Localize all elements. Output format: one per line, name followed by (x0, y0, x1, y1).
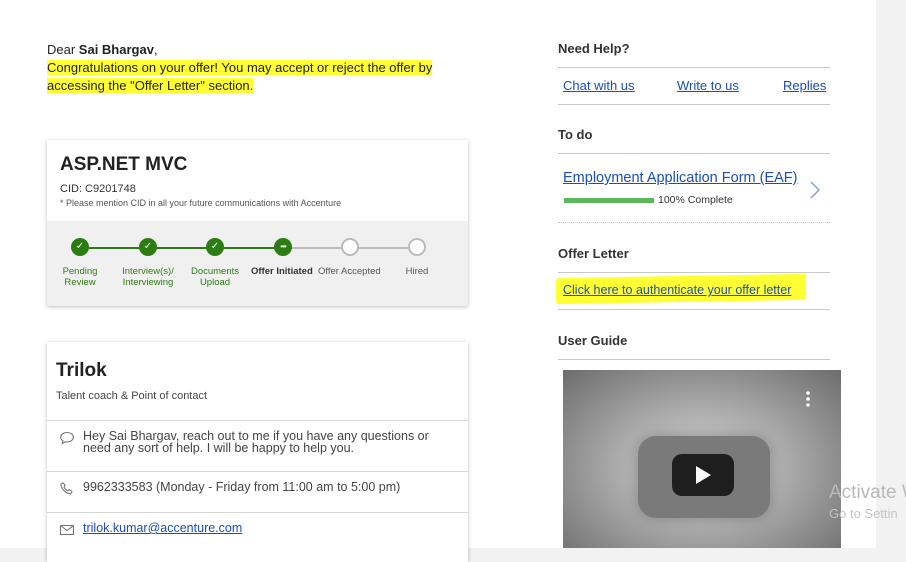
step-label-hired: Hired (405, 266, 429, 277)
user-guide-heading: User Guide (558, 333, 628, 348)
play-icon[interactable] (672, 454, 734, 496)
application-card: ASP.NET MVC CID: C9201748 * Please menti… (47, 140, 468, 306)
divider (558, 153, 830, 154)
replies-link[interactable]: Replies (783, 78, 826, 93)
windows-activation-subtext: Go to Settin (829, 506, 898, 521)
chat-with-us-link[interactable]: Chat with us (563, 78, 635, 93)
eaf-progress-text: 100% Complete (658, 194, 733, 206)
coach-role: Talent coach & Point of contact (56, 390, 208, 402)
step-documents-check-icon: ✓ (206, 238, 224, 256)
step-offer-initiated-dots-icon: ••• (274, 238, 292, 256)
application-progress-tracker: ✓ ✓ ✓ ••• Pending Review Interview(s)/Int… (47, 221, 468, 306)
phone-icon (60, 482, 73, 495)
coach-message-text: Hey Sai Bhargav, reach out to me if you … (83, 429, 429, 455)
talent-coach-card: Trilok Talent coach & Point of contact H… (47, 342, 468, 562)
cid-note: * Please mention CID in all your future … (60, 198, 342, 208)
windows-activation-watermark: Activate W (829, 482, 906, 503)
divider (558, 222, 830, 224)
divider (558, 104, 830, 105)
step-offer-accepted-circle-icon (341, 238, 359, 256)
divider (558, 359, 830, 360)
step-label-offer-accepted: Offer Accepted (318, 266, 381, 277)
job-title: ASP.NET MVC (60, 154, 188, 175)
greeting-line: Dear Sai Bhargav, (47, 41, 447, 59)
coach-email-link[interactable]: trilok.kumar@accenture.com (83, 521, 242, 535)
greeting-block: Dear Sai Bhargav, Congratulations on you… (47, 41, 447, 95)
coach-phone-row: 9962333583 (Monday - Friday from 11:00 a… (47, 471, 468, 512)
envelope-icon (59, 524, 75, 536)
step-label-documents-upload: Documents Upload (190, 266, 240, 288)
write-to-us-link[interactable]: Write to us (677, 78, 739, 93)
user-guide-video[interactable] (563, 370, 841, 548)
offer-message-line2: accessing the "Offer Letter" section. (47, 78, 254, 93)
authenticate-offer-letter-link[interactable]: Click here to authenticate your offer le… (563, 283, 791, 297)
divider (558, 67, 830, 68)
todo-heading: To do (558, 127, 593, 142)
candidate-id: CID: C9201748 (60, 183, 136, 195)
chat-bubble-icon (60, 431, 74, 445)
progress-line-done (80, 247, 283, 249)
play-triangle-icon (696, 466, 711, 484)
eaf-progress-bar (564, 198, 654, 203)
more-vertical-icon[interactable] (805, 390, 811, 408)
greeting-comma: , (153, 42, 158, 57)
step-hired-circle-icon (408, 238, 426, 256)
page-gutter (876, 0, 906, 548)
coach-name: Trilok (56, 360, 107, 381)
offer-message-line1: Congratulations on your offer! You may a… (47, 60, 433, 75)
coach-phone-text: 9962333583 (Monday - Friday from 11:00 a… (83, 480, 401, 494)
eaf-form-link[interactable]: Employment Application Form (EAF) (563, 170, 798, 186)
divider (558, 272, 830, 273)
main-page: Dear Sai Bhargav, Congratulations on you… (0, 0, 876, 562)
candidate-name: Sai Bhargav (78, 42, 154, 57)
step-label-offer-initiated: Offer Initiated (251, 266, 313, 277)
need-help-heading: Need Help? (558, 41, 630, 56)
divider (558, 309, 830, 310)
step-pending-review-check-icon: ✓ (71, 238, 89, 256)
offer-letter-heading: Offer Letter (558, 246, 629, 261)
greeting-dear: Dear (47, 42, 79, 57)
step-interviewing-check-icon: ✓ (139, 238, 157, 256)
coach-message-row: Hey Sai Bhargav, reach out to me if you … (47, 420, 468, 471)
coach-email-row: trilok.kumar@accenture.com (47, 512, 468, 553)
chevron-right-icon[interactable] (808, 180, 822, 200)
